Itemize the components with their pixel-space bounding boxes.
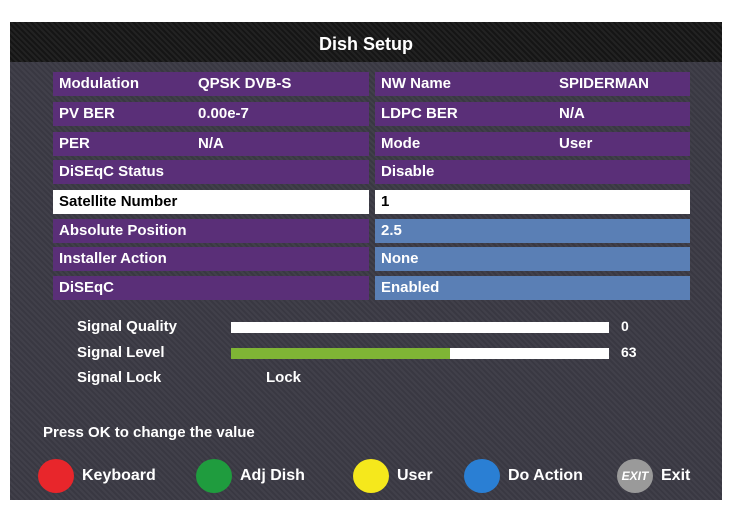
diseqc-value[interactable]: Enabled xyxy=(375,276,690,300)
blue-button-icon xyxy=(464,459,500,493)
red-button-icon xyxy=(38,459,74,493)
diseqc-status-value: Disable xyxy=(375,160,690,184)
ldpc-ber-label: LDPC BER xyxy=(381,105,458,122)
mode-label: Mode xyxy=(381,135,421,152)
nw-name-value: SPIDERMAN xyxy=(559,75,650,92)
pv-ber-value: 0.00e-7 xyxy=(198,105,249,122)
user-label: User xyxy=(397,467,433,484)
exit-icon: EXIT xyxy=(617,459,653,493)
keyboard-label: Keyboard xyxy=(82,467,156,484)
signal-lock-label: Signal Lock xyxy=(77,369,162,386)
per-label: PER xyxy=(59,135,90,152)
adj-dish-button[interactable]: Adj Dish xyxy=(196,459,305,493)
do-action-button[interactable]: Do Action xyxy=(464,459,583,493)
signal-level-fill xyxy=(231,348,451,359)
absolute-position-value[interactable]: 2.5 xyxy=(375,219,690,243)
installer-action-value[interactable]: None xyxy=(375,247,690,271)
satellite-number-label[interactable]: Satellite Number xyxy=(53,190,369,214)
signal-quality-value: 0 xyxy=(621,318,629,334)
diseqc-status-label: DiSEqC Status xyxy=(53,160,369,184)
installer-action-label[interactable]: Installer Action xyxy=(53,247,369,271)
green-button-icon xyxy=(196,459,232,493)
dish-setup-screen: Dish Setup Modulation QPSK DVB-S PV BER … xyxy=(10,22,722,500)
pv-ber-label: PV BER xyxy=(59,105,115,122)
ldpc-ber-value: N/A xyxy=(559,105,585,122)
exit-button[interactable]: EXIT Exit xyxy=(617,459,690,493)
satellite-number-value[interactable]: 1 xyxy=(375,190,690,214)
signal-lock-value: Lock xyxy=(266,369,302,386)
absolute-position-label[interactable]: Absolute Position xyxy=(53,219,369,243)
per-value: N/A xyxy=(198,135,224,152)
diseqc-label[interactable]: DiSEqC xyxy=(53,276,369,300)
do-action-label: Do Action xyxy=(508,467,583,484)
signal-level-label: Signal Level xyxy=(77,344,165,361)
modulation-label: Modulation xyxy=(59,75,139,92)
modulation-value: QPSK DVB-S xyxy=(198,75,292,92)
row-mode: Mode User xyxy=(375,132,690,156)
yellow-button-icon xyxy=(353,459,389,493)
exit-label: Exit xyxy=(661,467,691,484)
signal-level-bar xyxy=(231,348,609,359)
keyboard-button[interactable]: Keyboard xyxy=(38,459,156,493)
row-ldpc-ber: LDPC BER N/A xyxy=(375,102,690,126)
nw-name-label: NW Name xyxy=(381,75,452,92)
signal-quality-label: Signal Quality xyxy=(77,318,178,335)
adj-dish-label: Adj Dish xyxy=(240,467,305,484)
signal-level-value: 63 xyxy=(621,344,637,360)
row-pv-ber: PV BER 0.00e-7 xyxy=(53,102,369,126)
row-per: PER N/A xyxy=(53,132,369,156)
signal-quality-bar xyxy=(231,322,609,333)
user-button[interactable]: User xyxy=(353,459,433,493)
row-modulation: Modulation QPSK DVB-S xyxy=(53,72,369,96)
row-nw-name: NW Name SPIDERMAN xyxy=(375,72,690,96)
page-title: Dish Setup xyxy=(10,22,722,62)
hint-text: Press OK to change the value xyxy=(43,424,255,441)
mode-value: User xyxy=(559,135,593,152)
